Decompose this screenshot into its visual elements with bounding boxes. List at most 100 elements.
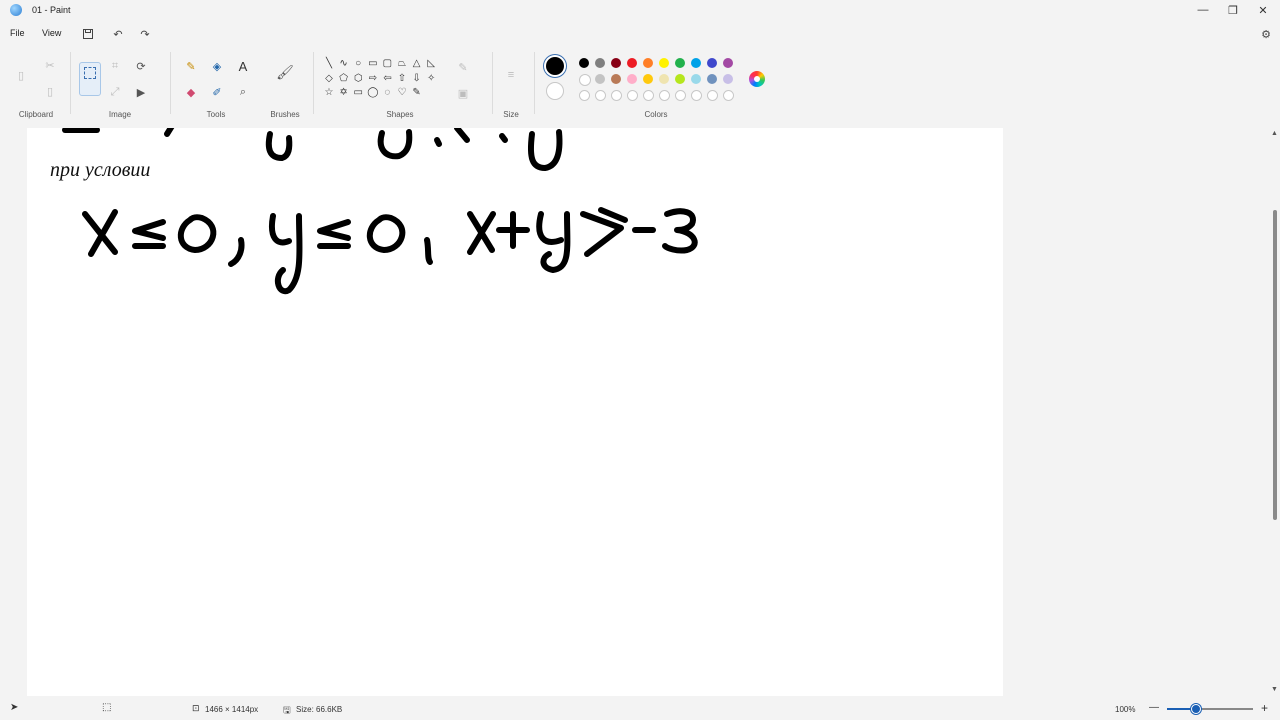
shape-option[interactable]: ○ [352, 58, 364, 70]
shape-option[interactable]: ⇦ [381, 73, 393, 85]
eraser-icon[interactable]: ◆ [184, 85, 198, 99]
shape-option[interactable]: ◇ [323, 73, 335, 85]
shape-option[interactable]: ⏢ [396, 58, 408, 70]
settings-icon[interactable]: ⚙ [1259, 27, 1273, 41]
palette-color-swatch[interactable] [595, 58, 605, 68]
palette-color-swatch[interactable] [595, 74, 605, 84]
palette-color-swatch[interactable] [627, 58, 637, 68]
zoom-slider-thumb[interactable] [1191, 704, 1202, 714]
vertical-scrollbar[interactable]: ▲ ▼ [1270, 128, 1280, 696]
palette-color-swatch[interactable] [707, 74, 717, 84]
paste-icon[interactable]: ▯ [14, 68, 28, 82]
shape-option[interactable]: ◺ [425, 58, 437, 70]
shape-option[interactable]: ⬠ [338, 73, 350, 85]
shape-option[interactable]: ✎ [411, 87, 423, 99]
outline-icon[interactable]: ✎ [456, 60, 470, 74]
workspace: при условии [0, 128, 1270, 696]
palette-color-swatch[interactable] [691, 74, 701, 84]
shape-option[interactable]: ▢ [381, 58, 393, 70]
palette-color-swatch[interactable] [675, 74, 685, 84]
scroll-down-icon[interactable]: ▼ [1271, 686, 1278, 693]
menu-view[interactable]: View [42, 28, 61, 38]
resize-icon[interactable]: ⤢ [108, 85, 122, 99]
palette-color-swatch[interactable] [659, 74, 669, 84]
flip-icon[interactable]: ▶ [134, 85, 148, 99]
custom-color-slot[interactable] [627, 90, 638, 101]
undo-icon[interactable]: ↶ [111, 27, 125, 41]
custom-color-slot[interactable] [675, 90, 686, 101]
custom-color-slot[interactable] [643, 90, 654, 101]
custom-color-slot[interactable] [691, 90, 702, 101]
shape-option[interactable]: ▭ [367, 58, 379, 70]
palette-color-swatch[interactable] [659, 58, 669, 68]
shape-option[interactable]: ◌ [381, 87, 393, 99]
shape-option[interactable]: ⬡ [352, 73, 364, 85]
zoom-in-button[interactable]: + [1261, 701, 1268, 715]
separator [492, 52, 493, 114]
custom-color-slot[interactable] [659, 90, 670, 101]
separator [313, 52, 314, 114]
palette-color-swatch[interactable] [691, 58, 701, 68]
pencil-icon[interactable]: ✎ [184, 59, 198, 73]
custom-color-slot[interactable] [595, 90, 606, 101]
fill-icon[interactable]: ◈ [210, 59, 224, 73]
rotate-icon[interactable]: ⟳ [134, 59, 148, 73]
shape-option[interactable]: ☆ [323, 87, 335, 99]
custom-color-slot[interactable] [611, 90, 622, 101]
magnifier-icon[interactable]: ⌕ [236, 85, 250, 99]
shape-option[interactable]: ✧ [425, 73, 437, 85]
palette-color-swatch[interactable] [707, 58, 717, 68]
palette-color-swatch[interactable] [675, 58, 685, 68]
status-bar: ➤ ⬚ ⊡ 1466 × 1414px 🖫 Size: 66.6KB 100% … [0, 698, 1280, 720]
scroll-up-icon[interactable]: ▲ [1271, 130, 1278, 137]
shape-fill-icon[interactable]: ▣ [456, 86, 470, 100]
palette-color-swatch[interactable] [579, 58, 589, 68]
shape-option[interactable]: ∿ [338, 58, 350, 70]
handwriting-strokes [62, 128, 698, 295]
save-icon[interactable] [81, 27, 95, 41]
shape-option[interactable]: ♡ [396, 87, 408, 99]
shape-option[interactable]: △ [411, 58, 423, 70]
palette-color-swatch[interactable] [611, 58, 621, 68]
color-picker-icon[interactable]: ✐ [210, 85, 224, 99]
menu-file[interactable]: File [10, 28, 25, 38]
drawing-canvas[interactable]: при условии [27, 128, 1003, 696]
file-size: Size: 66.6KB [296, 705, 343, 714]
select-tool-button[interactable] [79, 62, 101, 96]
shapes-group-label: Shapes [386, 110, 414, 119]
edit-colors-icon[interactable] [749, 71, 765, 87]
palette-color-swatch[interactable] [643, 58, 653, 68]
custom-color-slot[interactable] [723, 90, 734, 101]
redo-icon[interactable]: ↷ [138, 27, 152, 41]
minimize-button[interactable]: — [1188, 0, 1218, 20]
custom-color-slot[interactable] [579, 90, 590, 101]
crop-icon[interactable]: ⌗ [108, 59, 122, 73]
shape-option[interactable]: ╲ [323, 58, 335, 70]
zoom-out-button[interactable]: — [1149, 702, 1159, 713]
palette-color-swatch[interactable] [627, 74, 637, 84]
shape-option[interactable]: ⇨ [367, 73, 379, 85]
canvas-size-icon: ⊡ [192, 703, 200, 713]
text-icon[interactable]: A [236, 59, 250, 74]
primary-color-swatch[interactable] [546, 57, 564, 75]
palette-color-swatch[interactable] [611, 74, 621, 84]
palette-color-swatch[interactable] [723, 58, 733, 68]
shape-option[interactable]: ⇧ [396, 73, 408, 85]
palette-color-swatch[interactable] [579, 74, 591, 86]
custom-color-slot[interactable] [707, 90, 718, 101]
brush-icon[interactable]: 🖌 [276, 64, 294, 80]
secondary-color-swatch[interactable] [546, 82, 564, 100]
brushes-group-label: Brushes [270, 110, 300, 119]
shape-option[interactable]: ⇩ [411, 73, 423, 85]
close-button[interactable]: ✕ [1248, 0, 1278, 20]
size-icon[interactable]: ≡ [504, 68, 518, 82]
cut-icon[interactable]: ✂ [43, 58, 57, 72]
shape-option[interactable]: ✡ [338, 87, 350, 99]
shape-option[interactable]: ◯ [367, 87, 379, 99]
shape-option[interactable]: ▭ [352, 87, 364, 99]
copy-icon[interactable]: ▯ [43, 84, 57, 98]
palette-color-swatch[interactable] [643, 74, 653, 84]
palette-color-swatch[interactable] [723, 74, 733, 84]
maximize-button[interactable]: ❐ [1218, 0, 1248, 20]
scroll-thumb[interactable] [1273, 210, 1277, 520]
